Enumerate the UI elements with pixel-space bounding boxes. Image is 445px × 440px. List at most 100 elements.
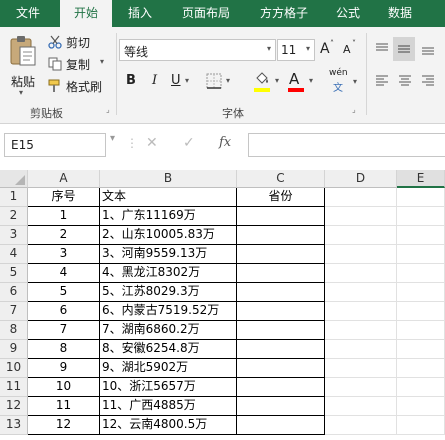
name-box[interactable]: E15 — [4, 133, 106, 157]
cell-a[interactable]: 4 — [28, 264, 100, 283]
cell-e[interactable] — [397, 245, 445, 264]
cell-e[interactable] — [397, 264, 445, 283]
grow-font-button[interactable]: A ˄ — [318, 39, 338, 60]
cell-a[interactable]: 8 — [28, 340, 100, 359]
cell-a[interactable]: 6 — [28, 302, 100, 321]
cell-c[interactable] — [237, 283, 325, 302]
copy-dropdown-icon[interactable]: ▾ — [100, 57, 104, 66]
enter-check-icon[interactable]: ✓ — [183, 135, 195, 151]
cell-d[interactable] — [325, 264, 397, 283]
cell-b[interactable]: 7、湖南6860.2万 — [100, 321, 237, 340]
cell-d[interactable] — [325, 245, 397, 264]
cell-b[interactable]: 8、安徽6254.8万 — [100, 340, 237, 359]
cell-d[interactable] — [325, 397, 397, 416]
cell-b[interactable]: 9、湖北5902万 — [100, 359, 237, 378]
cell-a[interactable]: 5 — [28, 283, 100, 302]
clipboard-launcher-icon[interactable]: ⌟ — [106, 105, 110, 114]
cut-button[interactable]: 剪切 — [48, 33, 108, 51]
tab-page-layout[interactable]: 页面布局 — [172, 0, 240, 27]
cell-e[interactable] — [397, 340, 445, 359]
insert-function-icon[interactable]: fx — [219, 135, 231, 150]
column-header-e[interactable]: E — [397, 170, 445, 188]
cell-e[interactable] — [397, 188, 445, 207]
cell-a[interactable]: 3 — [28, 245, 100, 264]
phonetic-guide-button[interactable]: wén 文 ▾ — [328, 67, 362, 95]
row-header[interactable]: 5 — [0, 264, 28, 283]
cell-e[interactable] — [397, 302, 445, 321]
cell-c[interactable] — [237, 302, 325, 321]
cell-a[interactable]: 序号 — [28, 188, 100, 207]
column-header-c[interactable]: C — [237, 170, 325, 188]
column-header-b[interactable]: B — [100, 170, 237, 188]
cell-d[interactable] — [325, 283, 397, 302]
align-left-button[interactable] — [372, 71, 392, 91]
cell-c[interactable]: 省份 — [237, 188, 325, 207]
cell-b[interactable]: 1、广东11169万 — [100, 207, 237, 226]
copy-button[interactable]: 复制 ▾ — [48, 55, 114, 73]
align-center-button[interactable] — [395, 71, 415, 91]
cell-d[interactable] — [325, 359, 397, 378]
cell-b[interactable]: 4、黑龙江8302万 — [100, 264, 237, 283]
cell-b[interactable]: 11、广西4885万 — [100, 397, 237, 416]
align-middle-button[interactable] — [393, 37, 415, 61]
cell-d[interactable] — [325, 416, 397, 435]
row-header[interactable]: 13 — [0, 416, 28, 435]
cell-b[interactable]: 2、山东10005.83万 — [100, 226, 237, 245]
paste-button[interactable]: 粘贴 ▾ — [6, 33, 40, 97]
cell-e[interactable] — [397, 397, 445, 416]
row-header[interactable]: 9 — [0, 340, 28, 359]
tab-insert[interactable]: 插入 — [118, 0, 162, 27]
align-bottom-button[interactable] — [418, 39, 438, 59]
cell-d[interactable] — [325, 188, 397, 207]
column-header-d[interactable]: D — [325, 170, 397, 188]
cell-e[interactable] — [397, 416, 445, 435]
font-color-button[interactable]: A ▾ — [286, 69, 320, 93]
bold-button[interactable]: B — [122, 70, 140, 92]
cell-c[interactable] — [237, 359, 325, 378]
row-header[interactable]: 11 — [0, 378, 28, 397]
cell-b[interactable]: 3、河南9559.13万 — [100, 245, 237, 264]
tab-home[interactable]: 开始 — [60, 0, 112, 28]
italic-button[interactable]: I — [147, 70, 165, 92]
cell-e[interactable] — [397, 359, 445, 378]
row-header[interactable]: 12 — [0, 397, 28, 416]
shrink-font-button[interactable]: A ˅ — [341, 39, 361, 60]
cell-a[interactable]: 2 — [28, 226, 100, 245]
font-launcher-icon[interactable]: ⌟ — [352, 105, 356, 114]
cell-c[interactable] — [237, 378, 325, 397]
tab-formulas[interactable]: 公式 — [328, 0, 368, 27]
fill-color-button[interactable]: ▾ — [252, 69, 286, 93]
format-painter-button[interactable]: 格式刷 — [48, 77, 108, 95]
cell-d[interactable] — [325, 207, 397, 226]
borders-button[interactable]: ▾ — [204, 70, 238, 92]
cell-d[interactable] — [325, 340, 397, 359]
font-size-select[interactable]: 11 ▾ — [277, 39, 315, 61]
row-header[interactable]: 10 — [0, 359, 28, 378]
cell-c[interactable] — [237, 340, 325, 359]
row-header[interactable]: 3 — [0, 226, 28, 245]
cancel-icon[interactable]: ✕ — [146, 135, 158, 151]
underline-button[interactable]: U ▾ — [168, 70, 196, 92]
row-header[interactable]: 6 — [0, 283, 28, 302]
cell-a[interactable]: 10 — [28, 378, 100, 397]
cell-b[interactable]: 6、内蒙古7519.52万 — [100, 302, 237, 321]
align-top-button[interactable] — [372, 39, 392, 59]
row-header[interactable]: 4 — [0, 245, 28, 264]
cell-c[interactable] — [237, 264, 325, 283]
cell-b[interactable]: 文本 — [100, 188, 237, 207]
formula-input[interactable] — [248, 133, 445, 157]
cell-d[interactable] — [325, 302, 397, 321]
cell-a[interactable]: 11 — [28, 397, 100, 416]
cell-b[interactable]: 10、浙江5657万 — [100, 378, 237, 397]
row-header[interactable]: 1 — [0, 188, 28, 207]
cell-d[interactable] — [325, 321, 397, 340]
cell-e[interactable] — [397, 283, 445, 302]
row-header[interactable]: 8 — [0, 321, 28, 340]
select-all-corner[interactable] — [0, 170, 28, 188]
cell-d[interactable] — [325, 226, 397, 245]
cell-c[interactable] — [237, 207, 325, 226]
tab-fangfang-gezi[interactable]: 方方格子 — [250, 0, 318, 27]
cell-c[interactable] — [237, 245, 325, 264]
cell-e[interactable] — [397, 226, 445, 245]
cell-a[interactable]: 7 — [28, 321, 100, 340]
